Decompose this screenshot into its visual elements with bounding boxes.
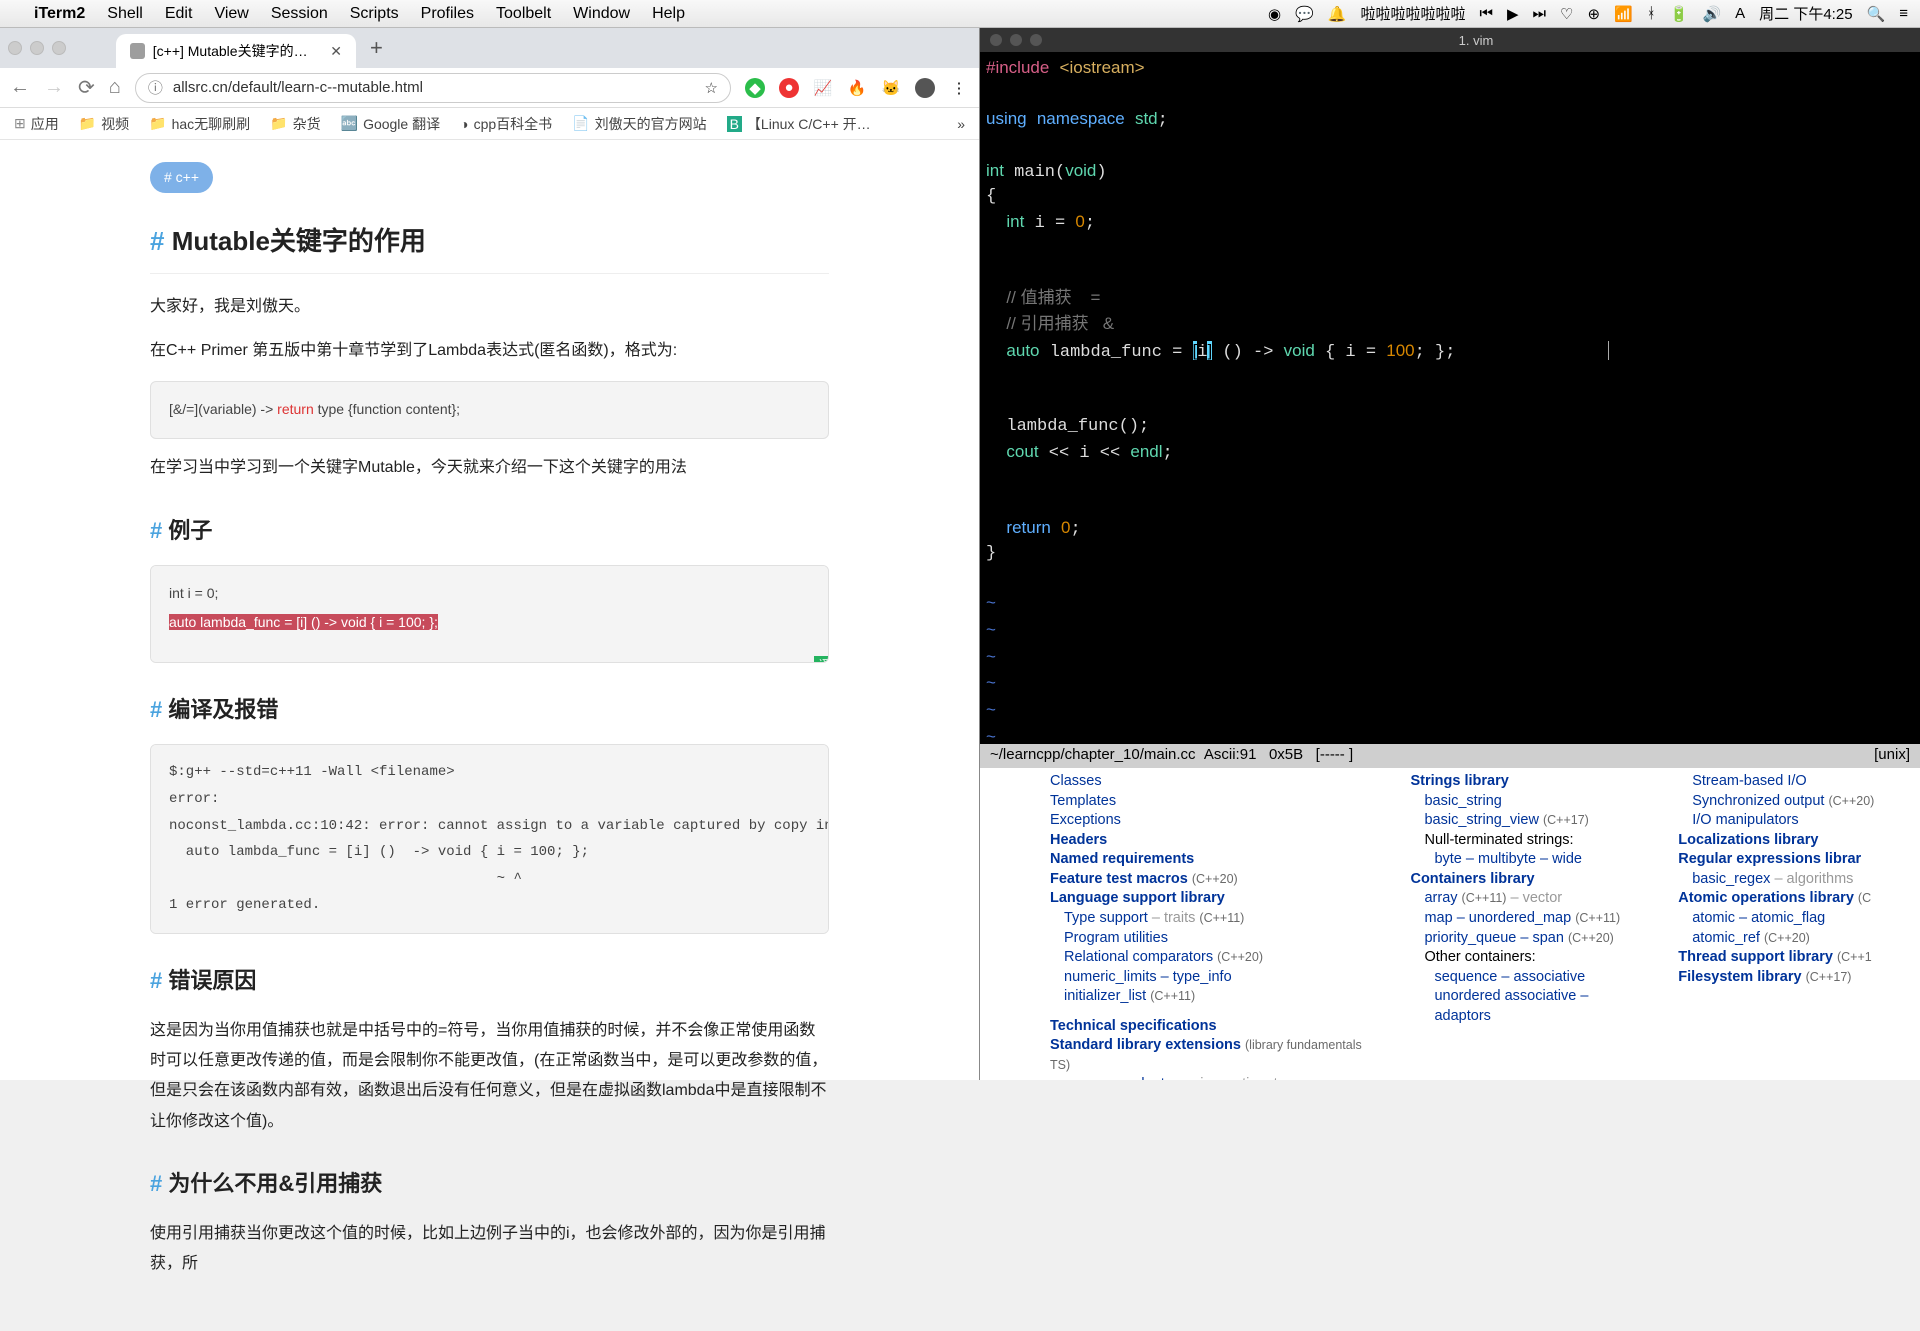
doc-heading[interactable]: Containers library	[1410, 870, 1642, 890]
page-content: # c++ # Mutable关键字的作用 大家好，我是刘傲天。 在C++ Pr…	[0, 140, 979, 1331]
status-record-icon[interactable]: ◉	[1268, 5, 1281, 23]
url-text: allsrc.cn/default/learn-c--mutable.html	[173, 79, 423, 96]
media-heart-icon[interactable]: ♡	[1560, 5, 1573, 23]
forward-button[interactable]: →	[44, 76, 64, 99]
tab-title: [c++] Mutable关键字的作用 -	[153, 41, 317, 61]
menu-shell[interactable]: Shell	[107, 5, 143, 23]
app-menu[interactable]: iTerm2	[34, 5, 85, 23]
section-compile: # 编译及报错	[150, 689, 829, 731]
menu-view[interactable]: View	[214, 5, 248, 23]
doc-link[interactable]: Exceptions	[1050, 811, 1374, 831]
bookmark-hac[interactable]: 📁hac无聊刷刷	[149, 114, 250, 134]
menu-window[interactable]: Window	[573, 5, 630, 23]
doc-heading[interactable]: Technical specifications	[1050, 1017, 1374, 1037]
status-volume-icon[interactable]: 🔊	[1702, 5, 1721, 23]
control-center-icon[interactable]: ≡	[1899, 5, 1908, 22]
code-block-1: [&/=](variable) -> return type {function…	[150, 381, 829, 440]
doc-heading[interactable]: Strings library	[1410, 772, 1642, 792]
chrome-menu-icon[interactable]: ⋮	[949, 78, 969, 98]
menu-profiles[interactable]: Profiles	[421, 5, 474, 23]
translate-badge[interactable]: 译	[814, 656, 829, 663]
status-wifi-icon[interactable]: 📶	[1614, 5, 1633, 23]
code-block-3: $:g++ --std=c++11 -Wall <filename> error…	[150, 744, 829, 934]
doc-heading[interactable]: Language support library	[1050, 889, 1374, 909]
toolbar: ← → ⟳ ⌂ ⓘ allsrc.cn/default/learn-c--mut…	[0, 68, 979, 108]
tab-strip: [c++] Mutable关键字的作用 - ✕ +	[0, 28, 979, 68]
bookmark-cppref[interactable]: ◑cpp百科全书	[460, 114, 552, 134]
status-input-icon[interactable]: A	[1735, 5, 1745, 22]
paragraph: 使用引用捕获当你更改这个值的时候，比如上边例子当中的i，也会修改外部的，因为你是…	[150, 1219, 829, 1280]
status-globe-icon[interactable]: ⊕	[1588, 5, 1601, 23]
paragraph: 这是因为当你用值捕获也就是中括号中的=符号，当你用值捕获的时候，并不会像正常使用…	[150, 1016, 829, 1138]
chrome-window: [c++] Mutable关键字的作用 - ✕ + ← → ⟳ ⌂ ⓘ alls…	[0, 28, 980, 1080]
section-reason: # 错误原因	[150, 960, 829, 1002]
media-prev-icon[interactable]: ⏮	[1479, 5, 1493, 22]
menu-edit[interactable]: Edit	[165, 5, 193, 23]
browser-tab[interactable]: [c++] Mutable关键字的作用 - ✕	[116, 34, 356, 68]
cppreference-page: Classes Templates Exceptions Headers Nam…	[980, 768, 1920, 1080]
status-battery-icon[interactable]: 🔋	[1670, 5, 1689, 23]
menu-help[interactable]: Help	[652, 5, 685, 23]
menu-session[interactable]: Session	[271, 5, 328, 23]
bookmark-misc[interactable]: 📁杂货	[270, 114, 320, 134]
ext-icon-1[interactable]: ◆	[745, 78, 765, 98]
doc-heading[interactable]: Headers	[1050, 831, 1374, 851]
doc-link[interactable]: Classes	[1050, 772, 1374, 792]
section-example: # 例子	[150, 510, 829, 552]
bookmark-video[interactable]: 📁视频	[79, 114, 129, 134]
home-button[interactable]: ⌂	[109, 76, 121, 99]
bookmark-linux[interactable]: B【Linux C/C++ 开…	[727, 114, 871, 134]
doc-heading[interactable]: Regular expressions librar	[1678, 850, 1910, 870]
status-wechat-icon[interactable]: 💬	[1295, 5, 1314, 23]
menu-toolbelt[interactable]: Toolbelt	[496, 5, 551, 23]
paragraph: 在C++ Primer 第五版中第十章节学到了Lambda表达式(匿名函数)，格…	[150, 336, 829, 366]
menubar-clock[interactable]: 周二 下午4:25	[1759, 3, 1852, 24]
ext-icon-4[interactable]: 🔥	[847, 78, 867, 98]
new-tab-button[interactable]: +	[370, 35, 383, 61]
site-info-icon[interactable]: ⓘ	[148, 77, 163, 98]
bookmark-star-icon[interactable]: ☆	[705, 79, 718, 97]
terminal-window-controls[interactable]	[990, 34, 1042, 46]
tab-favicon	[130, 43, 145, 59]
terminal-titlebar: 1. vim	[980, 28, 1920, 52]
bookmark-translate[interactable]: 🔤Google 翻译	[341, 114, 440, 134]
ext-icon-2[interactable]: ●	[779, 78, 799, 98]
spotlight-icon[interactable]: 🔍	[1867, 5, 1886, 23]
menu-scripts[interactable]: Scripts	[350, 5, 399, 23]
status-bt-icon[interactable]: ᚼ	[1647, 5, 1656, 22]
ext-icon-5[interactable]: 🐱	[881, 78, 901, 98]
bookmark-blog[interactable]: 📄刘傲天的官方网站	[572, 114, 706, 134]
doc-heading[interactable]: Named requirements	[1050, 850, 1374, 870]
media-play-icon[interactable]: ▶	[1507, 5, 1519, 23]
status-bell-icon[interactable]: 🔔	[1328, 5, 1347, 23]
code-block-2: int i = 0; auto lambda_func = [i] () -> …	[150, 565, 829, 662]
terminal-title: 1. vim	[1459, 33, 1494, 48]
address-bar[interactable]: ⓘ allsrc.cn/default/learn-c--mutable.htm…	[135, 73, 731, 103]
bookmarks-bar: ⊞应用 📁视频 📁hac无聊刷刷 📁杂货 🔤Google 翻译 ◑cpp百科全书…	[0, 108, 979, 140]
doc-heading[interactable]: Localizations library	[1678, 831, 1910, 851]
bookmark-apps[interactable]: ⊞应用	[14, 114, 59, 134]
macos-menubar: iTerm2 Shell Edit View Session Scripts P…	[0, 0, 1920, 28]
iterm-window: 1. vim #include <iostream> using namespa…	[980, 28, 1920, 768]
paragraph: 在学习当中学习到一个关键字Mutable，今天就来介绍一下这个关键字的用法	[150, 453, 829, 483]
status-text[interactable]: 啦啦啦啦啦啦啦	[1360, 3, 1465, 24]
ext-icon-3[interactable]: 📈	[813, 78, 833, 98]
window-controls[interactable]	[8, 41, 66, 55]
vim-statusline: ~/learncpp/chapter_10/main.cc Ascii:91 0…	[980, 744, 1920, 768]
paragraph: 大家好，我是刘傲天。	[150, 292, 829, 322]
tab-close-icon[interactable]: ✕	[330, 43, 342, 60]
vim-cursor	[1608, 341, 1614, 360]
reload-button[interactable]: ⟳	[78, 75, 95, 100]
profile-avatar[interactable]	[915, 78, 935, 98]
doc-link[interactable]: Templates	[1050, 792, 1374, 812]
media-next-icon[interactable]: ⏭	[1533, 5, 1547, 22]
back-button[interactable]: ←	[10, 76, 30, 99]
section-whynot: # 为什么不用&引用捕获	[150, 1163, 829, 1205]
bookmarks-overflow-icon[interactable]: »	[957, 116, 965, 132]
article-tag[interactable]: # c++	[150, 162, 213, 193]
page-title: # Mutable关键字的作用	[150, 217, 829, 273]
